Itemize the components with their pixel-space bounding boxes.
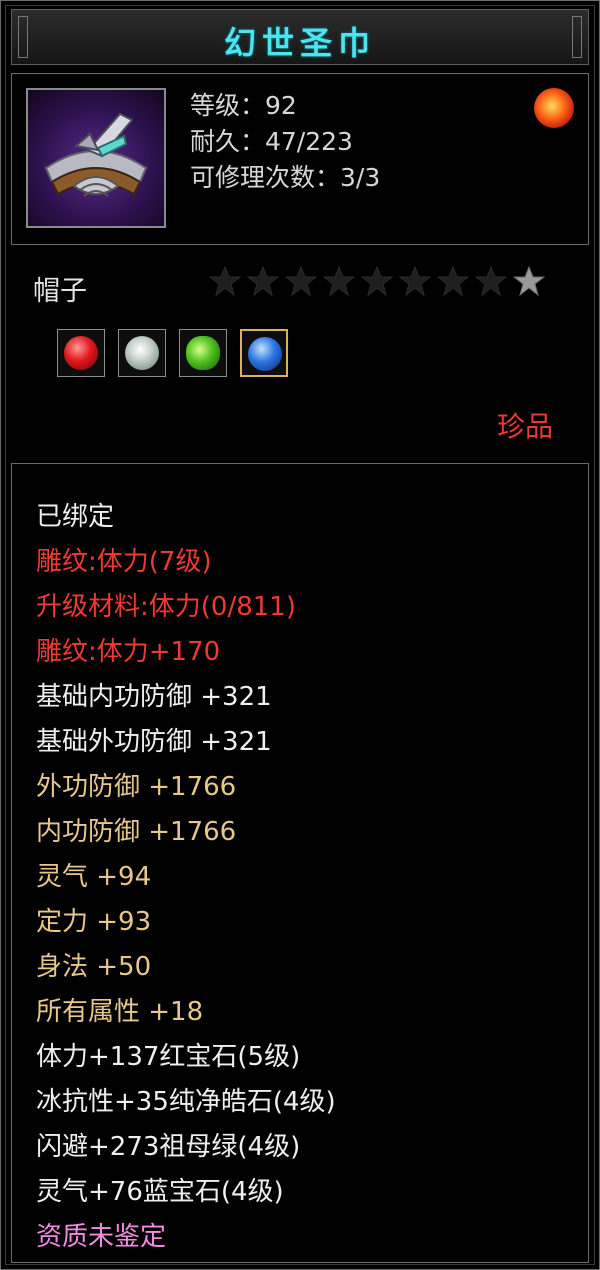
durability-stat: 耐久：47/223 [190,127,353,156]
star-empty-icon [399,265,431,297]
star-empty-icon [209,265,241,297]
property-line: 雕纹:体力(7级) [36,547,212,577]
item-header: 等级：92 耐久：47/223 可修理次数：3/3 [11,73,589,245]
gem-slot-emerald[interactable] [179,329,227,377]
ruby-gem-icon [64,336,98,370]
item-tooltip: 幻世圣巾 等级：92 耐久：47/223 可修理次数：3/3 帽子 珍品 已绑定… [0,0,600,1270]
item-stats: 等级：92 耐久：47/223 可修理次数：3/3 [190,88,380,196]
property-line: 所有属性 +18 [36,997,204,1027]
item-type: 帽子 [33,276,87,307]
property-line: 身法 +50 [36,952,152,982]
sapphire-gem-icon [248,337,282,371]
property-line: 内功防御 +1766 [36,817,237,847]
rarity-label: 珍品 [496,410,553,443]
item-icon [26,88,166,228]
property-list: 已绑定雕纹:体力(7级) 升级材料:体力(0/811) 雕纹:体力+170 基础内功防… [11,463,589,1263]
diamond-gem-icon [125,336,159,370]
property-line: 定力 +93 [36,907,152,937]
star-empty-icon [247,265,279,297]
property-line: 基础内功防御 +321 [36,682,272,712]
star-filled-icon [513,265,545,297]
repair-count-stat: 可修理次数：3/3 [190,163,381,192]
property-line: 雕纹:体力+170 [36,637,221,667]
property-line: 资质未鉴定 [36,1222,167,1252]
property-line: 已绑定 [36,502,115,532]
gem-slot-sapphire[interactable] [240,329,288,377]
property-line: 体力+137红宝石(5级) [36,1042,301,1072]
star-empty-icon [323,265,355,297]
gem-slot-diamond[interactable] [118,329,166,377]
property-line: 闪避+273祖母绿(4级) [36,1132,301,1162]
emerald-gem-icon [186,336,220,370]
star-empty-icon [437,265,469,297]
gem-slots [57,329,288,377]
fire-icon [534,88,574,128]
property-line: 基础外功防御 +321 [36,727,272,757]
headband-icon [44,112,148,197]
property-line: 冰抗性+35纯净皓石(4级) [36,1087,336,1117]
star-empty-icon [285,265,317,297]
property-line: 外功防御 +1766 [36,772,237,802]
property-line: 灵气+76蓝宝石(4级) [36,1177,284,1207]
property-line: 灵气 +94 [36,862,152,892]
title-bar: 幻世圣巾 [11,9,589,65]
gem-slot-ruby[interactable] [57,329,105,377]
item-name: 幻世圣巾 [223,24,376,62]
level-stat: 等级：92 [190,91,297,120]
star-empty-icon [361,265,393,297]
star-rating [209,265,545,297]
property-line: 升级材料:体力(0/811) [36,592,296,622]
title-cap-right [572,16,582,58]
star-empty-icon [475,265,507,297]
